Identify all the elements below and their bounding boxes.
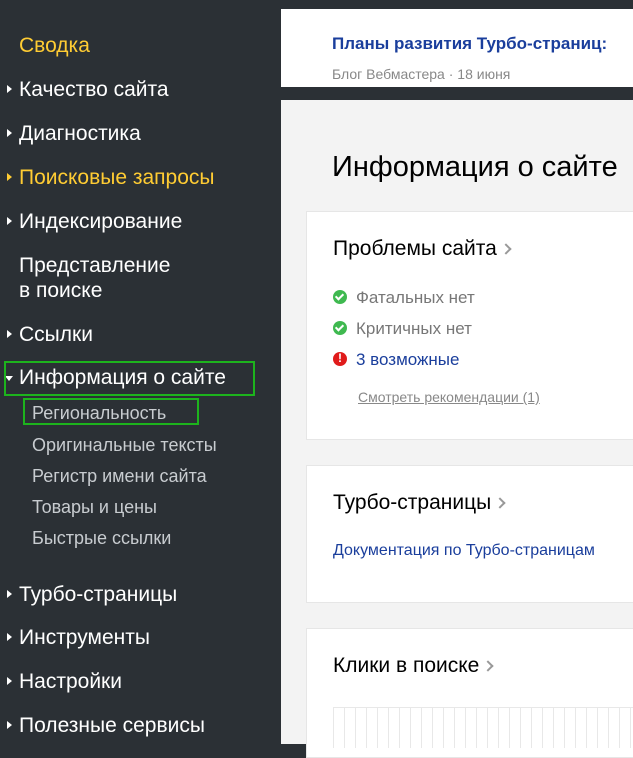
caret-right-icon [7,129,12,137]
check-circle-icon [333,290,347,304]
sidebar-item-label: Качество сайта [19,78,169,101]
turbo-card: Турбо-страницы Документация по Турбо-стр… [306,465,633,603]
turbo-card-title-text: Турбо-страницы [333,491,492,514]
sidebar-subitem-original-texts[interactable]: Оригинальные тексты [32,434,217,456]
selection-highlight [23,398,199,425]
turbo-card-title[interactable]: Турбо-страницы [333,491,506,515]
sidebar-item-label: Поисковые запросы [19,166,215,189]
check-circle-icon [333,321,347,335]
caret-right-icon [7,677,12,685]
sidebar-item-label: Представление [19,254,171,277]
news-banner: Планы развития Турбо-страниц: Блог Вебма… [281,9,633,87]
status-critical: Критичных нет [333,319,472,339]
clicks-card-title-text: Клики в поиске [333,654,480,677]
sidebar-item-label: Турбо-страницы [19,583,178,606]
status-fatal: Фатальных нет [333,288,475,308]
caret-right-icon [7,590,12,598]
sidebar-item-label: Полезные сервисы [19,714,205,737]
turbo-docs-link[interactable]: Документация по Турбо-страницам [333,542,595,560]
sidebar-item-search-appearance[interactable]: Представление в поиске [0,253,281,303]
sidebar-item-label: Инструменты [19,626,150,649]
content-area: Планы развития Турбо-страниц: Блог Вебма… [281,0,633,758]
clicks-chart [333,707,633,748]
problems-card-title[interactable]: Проблемы сайта [333,237,512,261]
caret-right-icon [7,85,12,93]
sidebar: Сводка Качество сайта Диагностика Поиско… [0,0,281,744]
exclamation-circle-icon [333,351,347,366]
problems-card-title-text: Проблемы сайта [333,237,497,260]
chevron-right-icon [500,243,512,255]
news-title-link[interactable]: Планы развития Турбо-страниц: [332,34,607,54]
caret-right-icon [7,217,12,225]
sidebar-item-label: Настройки [19,670,122,693]
page-title: Информация о сайте [332,151,618,183]
recommendations-link[interactable]: Смотреть рекомендации (1) [358,389,540,405]
problems-card: Проблемы сайта Фатальных нет Критичных н… [306,211,633,440]
sidebar-item-label: Индексирование [19,210,183,233]
main-panel: Информация о сайте Проблемы сайта Фаталь… [281,100,633,758]
sidebar-item-label: Ссылки [19,323,93,346]
sidebar-item-label: Сводка [19,34,90,57]
caret-right-icon [7,330,12,338]
status-possible-text: 3 возможные [356,350,460,369]
clicks-card: Клики в поиске [306,628,633,758]
status-possible[interactable]: 3 возможные [333,350,459,370]
sidebar-item-label-line2: в поиске [19,279,103,302]
sidebar-item-label: Диагностика [19,122,141,145]
sidebar-subitem-quick-links[interactable]: Быстрые ссылки [32,527,171,549]
status-fatal-text: Фатальных нет [356,288,475,307]
caret-right-icon [7,633,12,641]
status-critical-text: Критичных нет [356,319,472,338]
clicks-card-title[interactable]: Клики в поиске [333,654,495,678]
sidebar-subitem-goods-prices[interactable]: Товары и цены [32,496,157,518]
chevron-right-icon [482,660,495,672]
news-meta: Блог Вебмастера · 18 июня [332,66,511,82]
chevron-right-icon [494,497,506,509]
sidebar-subitem-site-name-case[interactable]: Регистр имени сайта [32,465,207,487]
selection-highlight [4,361,255,396]
caret-right-icon [7,173,12,181]
caret-right-icon [7,721,12,729]
